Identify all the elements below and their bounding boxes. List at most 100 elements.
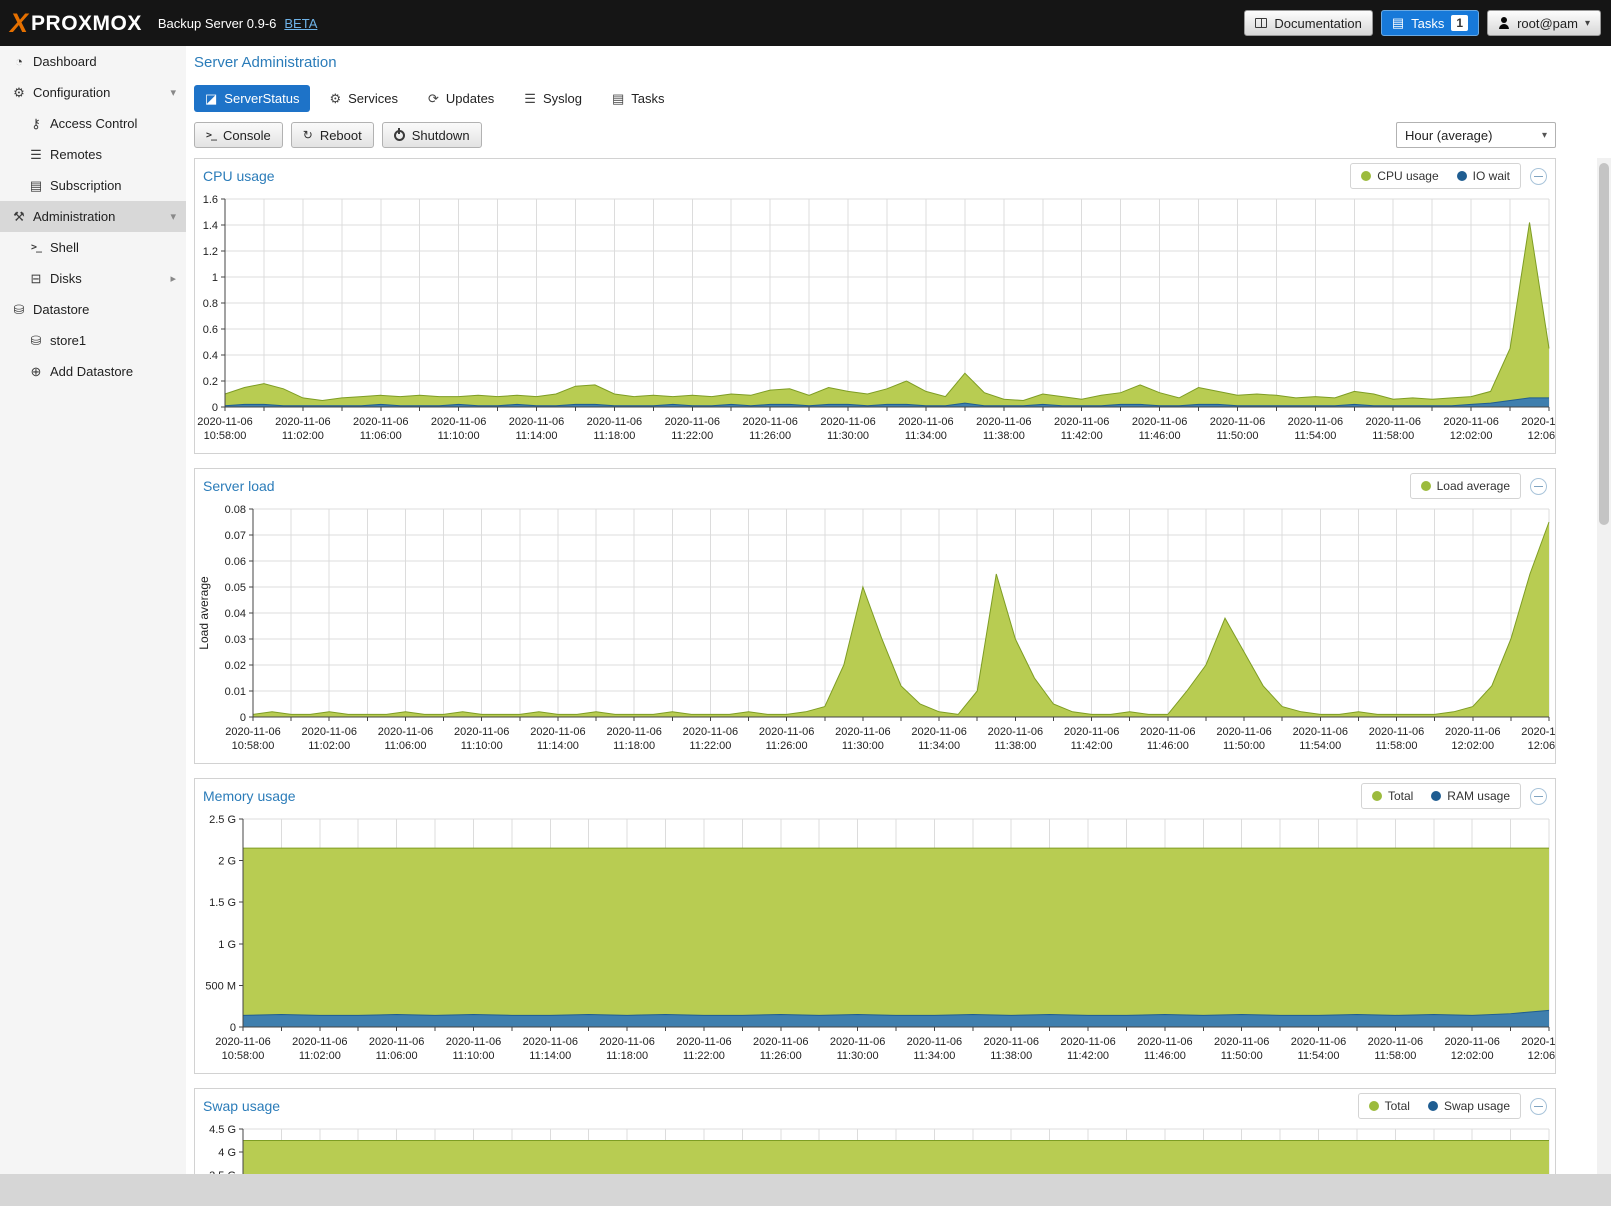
collapse-panel-button[interactable] <box>1530 168 1547 185</box>
sidebar-item-shell[interactable]: >_ Shell <box>0 232 186 263</box>
svg-text:2020-11-0611:06:00: 2020-11-0611:06:00 <box>378 726 433 752</box>
sidebar-item-remotes[interactable]: ☰ Remotes <box>0 139 186 170</box>
tasks-label: Tasks <box>1411 16 1444 31</box>
collapse-panel-button[interactable] <box>1530 1098 1547 1115</box>
memory-usage-chart: 0500 M1 G1.5 G2 G2.5 G2020-11-0610:58:00… <box>195 813 1555 1073</box>
svg-text:2020-11-0611:46:00: 2020-11-0611:46:00 <box>1140 726 1195 752</box>
list-icon: ☰ <box>524 91 536 107</box>
legend-label: Load average <box>1437 479 1510 493</box>
svg-text:1.4: 1.4 <box>203 220 218 232</box>
chevron-down-icon: ▾ <box>1585 18 1590 29</box>
collapse-panel-button[interactable] <box>1530 478 1547 495</box>
svg-text:2020-11-0611:02:00: 2020-11-0611:02:00 <box>275 416 330 442</box>
svg-text:2020-11-0611:18:00: 2020-11-0611:18:00 <box>599 1036 654 1062</box>
sidebar-item-configuration[interactable]: ⚙ Configuration ▾ <box>0 77 186 108</box>
sidebar-item-label: Add Datastore <box>50 364 133 379</box>
swap-usage-panel: Swap usage Total Swap usage 0500 M1 G1.5… <box>194 1088 1556 1174</box>
chevron-down-icon: ▾ <box>1542 130 1547 141</box>
console-button[interactable]: >_ Console <box>194 122 283 148</box>
collapse-panel-button[interactable] <box>1530 788 1547 805</box>
power-icon <box>394 130 405 141</box>
svg-text:0.02: 0.02 <box>225 660 246 672</box>
panel-header: Server load Load average <box>195 469 1555 503</box>
panel-title: Memory usage <box>203 788 296 804</box>
panel-title: Swap usage <box>203 1098 280 1114</box>
svg-text:2020-11-0611:26:00: 2020-11-0611:26:00 <box>759 726 814 752</box>
proxmox-logo: X PROXMOX <box>10 10 142 37</box>
tab-syslog[interactable]: ☰ Syslog <box>513 85 593 112</box>
svg-text:2020-11-0611:58:00: 2020-11-0611:58:00 <box>1369 726 1424 752</box>
tab-services[interactable]: ⚙ Services <box>318 85 409 112</box>
sidebar-item-store1[interactable]: ⛁ store1 <box>0 325 186 356</box>
beta-link[interactable]: BETA <box>284 16 317 31</box>
reboot-label: Reboot <box>320 128 362 143</box>
svg-text:4.5 G: 4.5 G <box>209 1124 236 1136</box>
svg-text:0.8: 0.8 <box>203 298 218 310</box>
documentation-label: Documentation <box>1274 16 1361 31</box>
panel-title: CPU usage <box>203 168 275 184</box>
svg-text:2020-11-0612:02:00: 2020-11-0612:02:00 <box>1445 726 1500 752</box>
sidebar-item-datastore[interactable]: ⛁ Datastore <box>0 294 186 325</box>
book-icon <box>1255 18 1267 28</box>
legend-item: RAM usage <box>1431 789 1510 803</box>
svg-text:0: 0 <box>240 712 246 724</box>
panel-header: CPU usage CPU usage IO wait <box>195 159 1555 193</box>
svg-text:2020-11-0612:06:00: 2020-11-0612:06:00 <box>1521 726 1555 752</box>
chevron-down-icon[interactable]: ▾ <box>170 86 176 99</box>
tab-updates[interactable]: ⟳ Updates <box>417 85 505 112</box>
memory-usage-panel: Memory usage Total RAM usage 0500 M1 G1.… <box>194 778 1556 1074</box>
shutdown-label: Shutdown <box>412 128 470 143</box>
svg-text:2020-11-0611:38:00: 2020-11-0611:38:00 <box>984 1036 1039 1062</box>
svg-text:2020-11-0611:10:00: 2020-11-0611:10:00 <box>446 1036 501 1062</box>
svg-text:2020-11-0611:14:00: 2020-11-0611:14:00 <box>530 726 585 752</box>
svg-text:2020-11-0611:22:00: 2020-11-0611:22:00 <box>676 1036 731 1062</box>
sidebar-item-label: Subscription <box>50 178 122 193</box>
svg-text:2020-11-0611:26:00: 2020-11-0611:26:00 <box>753 1036 808 1062</box>
svg-text:0.03: 0.03 <box>225 634 246 646</box>
svg-text:2020-11-0611:34:00: 2020-11-0611:34:00 <box>911 726 966 752</box>
chart-legend: CPU usage IO wait <box>1350 163 1521 189</box>
time-range-select[interactable]: Hour (average) ▾ <box>1396 122 1556 148</box>
svg-text:1.5 G: 1.5 G <box>209 897 236 909</box>
reboot-button[interactable]: ↻ Reboot <box>291 122 374 148</box>
chart-legend: Total Swap usage <box>1358 1093 1521 1119</box>
sidebar-item-administration[interactable]: ⚒ Administration ▾ <box>0 201 186 232</box>
tab-bar: ◪ ServerStatus ⚙ Services ⟳ Updates ☰ Sy… <box>194 85 676 112</box>
tab-serverstatus[interactable]: ◪ ServerStatus <box>194 85 310 112</box>
user-menu-button[interactable]: root@pam ▾ <box>1487 10 1601 36</box>
tab-label: Updates <box>446 91 494 106</box>
vertical-scrollbar[interactable] <box>1597 158 1611 1174</box>
svg-text:2020-11-0611:30:00: 2020-11-0611:30:00 <box>820 416 875 442</box>
sidebar-item-access-control[interactable]: ⚷ Access Control <box>0 108 186 139</box>
chart-area-icon: ◪ <box>205 91 217 107</box>
tasks-icon: ▤ <box>612 91 624 107</box>
terminal-icon: >_ <box>27 242 45 253</box>
svg-text:2020-11-0610:58:00: 2020-11-0610:58:00 <box>197 416 252 442</box>
wrench-icon: ⚒ <box>10 209 28 225</box>
sidebar-item-label: Configuration <box>33 85 110 100</box>
chevron-right-icon[interactable]: ▸ <box>170 272 176 285</box>
scrollbar-thumb[interactable] <box>1599 163 1609 525</box>
sidebar-item-subscription[interactable]: ▤ Subscription <box>0 170 186 201</box>
legend-color-dot <box>1457 171 1467 181</box>
sidebar-item-label: Datastore <box>33 302 89 317</box>
svg-text:0.4: 0.4 <box>203 350 218 362</box>
shutdown-button[interactable]: Shutdown <box>382 122 482 148</box>
documentation-button[interactable]: Documentation <box>1244 10 1372 36</box>
sidebar-item-add-datastore[interactable]: ⊕ Add Datastore <box>0 356 186 387</box>
tab-tasks[interactable]: ▤ Tasks <box>601 85 676 112</box>
cpu-usage-panel: CPU usage CPU usage IO wait 00.20.40.60.… <box>194 158 1556 454</box>
svg-text:2020-11-0611:50:00: 2020-11-0611:50:00 <box>1214 1036 1269 1062</box>
svg-text:2020-11-0611:22:00: 2020-11-0611:22:00 <box>683 726 738 752</box>
sidebar-item-dashboard[interactable]: ◔ Dashboard <box>0 46 186 77</box>
sidebar-item-label: Shell <box>50 240 79 255</box>
key-icon: ⚷ <box>27 116 45 132</box>
disks-icon: ⊟ <box>27 271 45 287</box>
svg-text:2020-11-0611:18:00: 2020-11-0611:18:00 <box>587 416 642 442</box>
sidebar-item-disks[interactable]: ⊟ Disks ▸ <box>0 263 186 294</box>
svg-text:2.5 G: 2.5 G <box>209 814 236 826</box>
svg-text:2020-11-0611:10:00: 2020-11-0611:10:00 <box>431 416 486 442</box>
tasks-button[interactable]: ▤ Tasks 1 <box>1381 10 1479 36</box>
chevron-down-icon[interactable]: ▾ <box>170 210 176 223</box>
svg-text:2020-11-0611:02:00: 2020-11-0611:02:00 <box>302 726 357 752</box>
